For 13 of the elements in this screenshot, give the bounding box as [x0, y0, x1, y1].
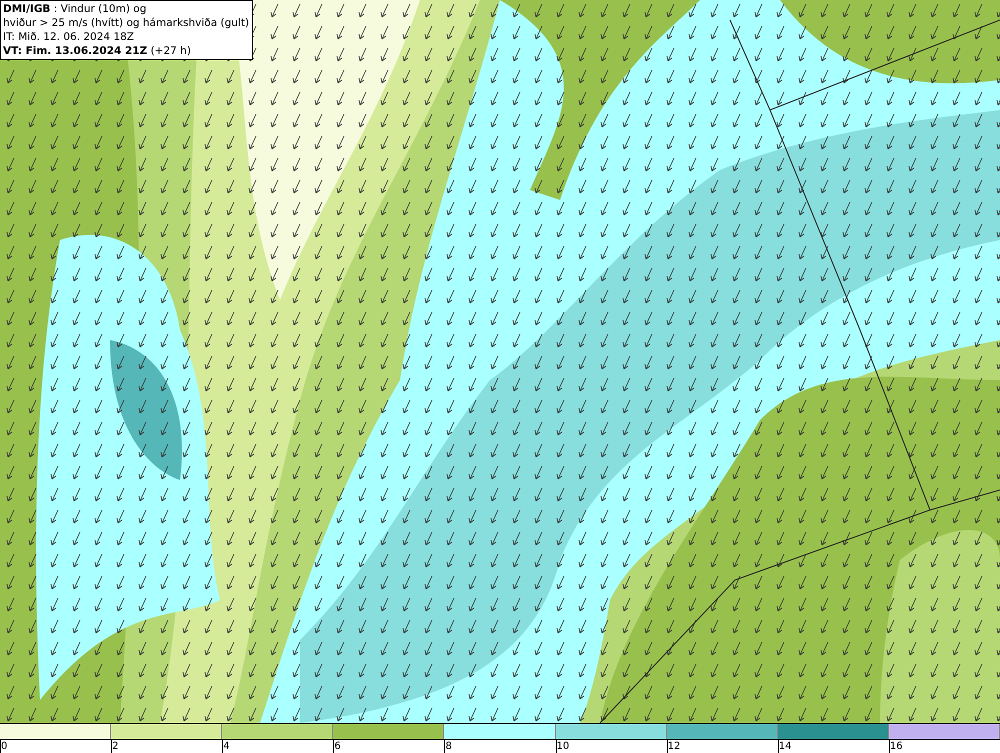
legend-tick-label: 14	[778, 741, 792, 752]
info-line: IT: Mið. 12. 06. 2024 18Z	[3, 30, 135, 44]
info-line: VT: Fim. 13.06.2024 21Z (+27 h)	[3, 44, 192, 58]
legend-tick-label: 0	[1, 741, 8, 752]
info-line: hviður > 25 m/s (hvítt) og hámarkshviða (gult)	[3, 16, 250, 30]
info-line: DMI/IGB : Vindur (10m) og	[3, 2, 148, 16]
legend-tick-label: 6	[334, 741, 341, 752]
legend-tick-label: 8	[445, 741, 452, 752]
legend-tick-label: 2	[112, 741, 118, 752]
legend-tick-label: 10	[556, 741, 570, 752]
legend-tick-label: 12	[668, 741, 680, 752]
legend-tick-label: 4	[223, 741, 230, 752]
legend-tick-label: 16	[890, 741, 903, 752]
